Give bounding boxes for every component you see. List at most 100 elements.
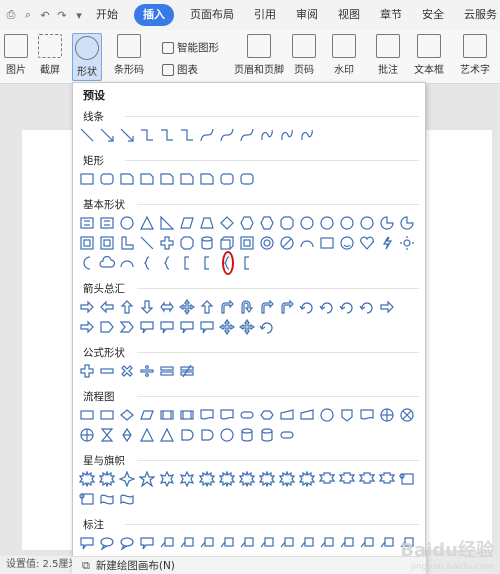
ribbon-shape-icon[interactable] <box>319 471 335 487</box>
minus-shape-icon[interactable] <box>99 363 115 379</box>
tab-review[interactable]: 审阅 <box>286 4 328 26</box>
lshape-shape-icon[interactable] <box>119 235 135 251</box>
lcall-shape-icon[interactable] <box>199 535 215 551</box>
barcode-button[interactable]: 条形码 <box>114 34 144 76</box>
starN-shape-icon[interactable] <box>79 471 95 487</box>
lcall-shape-icon[interactable] <box>299 535 315 551</box>
print-icon[interactable]: ⎙ <box>4 8 18 22</box>
pie-shape-icon[interactable] <box>379 215 395 231</box>
sort-shape-icon[interactable] <box>119 427 135 443</box>
free-shape-icon[interactable] <box>279 127 295 143</box>
watermark-button[interactable]: 水印 <box>332 34 356 76</box>
rect-shape-icon[interactable] <box>79 171 95 187</box>
chart-button[interactable]: 图表 <box>162 62 198 77</box>
smart-art-button[interactable]: 智能图形 <box>162 40 219 55</box>
tri-shape-icon[interactable] <box>159 427 175 443</box>
tri-shape-icon[interactable] <box>139 427 155 443</box>
callout-shape-icon[interactable] <box>139 535 155 551</box>
moon-shape-icon[interactable] <box>79 255 95 271</box>
frame-shape-icon[interactable] <box>99 235 115 251</box>
manual-shape-icon[interactable] <box>299 407 315 423</box>
starN-shape-icon[interactable] <box>299 471 315 487</box>
bolt-shape-icon[interactable] <box>379 235 395 251</box>
scroll-shape-icon[interactable] <box>399 471 415 487</box>
line-shape-icon[interactable] <box>139 235 155 251</box>
oct-shape-icon[interactable] <box>179 235 195 251</box>
tab-section[interactable]: 章节 <box>370 4 412 26</box>
offpage-shape-icon[interactable] <box>339 407 355 423</box>
lcall-shape-icon[interactable] <box>379 535 395 551</box>
circle-shape-icon[interactable] <box>339 215 355 231</box>
bent-shape-icon[interactable] <box>219 299 235 315</box>
rect-shape-icon[interactable] <box>319 235 335 251</box>
doc-shape-icon[interactable] <box>359 407 375 423</box>
para-shape-icon[interactable] <box>179 215 195 231</box>
times-shape-icon[interactable] <box>119 363 135 379</box>
chevron-shape-icon[interactable] <box>119 319 135 335</box>
quad-shape-icon[interactable] <box>179 299 195 315</box>
donut-shape-icon[interactable] <box>259 235 275 251</box>
starN-shape-icon[interactable] <box>259 471 275 487</box>
cube-shape-icon[interactable] <box>219 235 235 251</box>
bent-shape-icon[interactable] <box>279 299 295 315</box>
eq-shape-icon[interactable] <box>159 363 175 379</box>
div-shape-icon[interactable] <box>139 363 155 379</box>
delay-shape-icon[interactable] <box>179 427 195 443</box>
page-number-button[interactable]: 页码 <box>292 34 316 76</box>
redo-icon[interactable]: ↷ <box>55 8 69 22</box>
curve-shape-icon[interactable] <box>219 127 235 143</box>
can-shape-icon[interactable] <box>259 427 275 443</box>
callout-shape-icon[interactable] <box>139 319 155 335</box>
trap-shape-icon[interactable] <box>199 215 215 231</box>
arc-shape-icon[interactable] <box>119 255 135 271</box>
ocall-shape-icon[interactable] <box>99 535 115 551</box>
predef-shape-icon[interactable] <box>159 407 175 423</box>
callout-shape-icon[interactable] <box>79 535 95 551</box>
arrowR-shape-icon[interactable] <box>79 299 95 315</box>
snip-shape-icon[interactable] <box>179 171 195 187</box>
bracket-shape-icon[interactable] <box>199 255 215 271</box>
callout-shape-icon[interactable] <box>159 319 175 335</box>
curve-shape-icon[interactable] <box>199 127 215 143</box>
diamond-shape-icon[interactable] <box>219 215 235 231</box>
tri-shape-icon[interactable] <box>139 215 155 231</box>
arc-shape-icon[interactable] <box>299 235 315 251</box>
star6-shape-icon[interactable] <box>159 471 175 487</box>
lcall-shape-icon[interactable] <box>159 535 175 551</box>
free-shape-icon[interactable] <box>299 127 315 143</box>
elbow-shape-icon[interactable] <box>139 127 155 143</box>
circArrow-shape-icon[interactable] <box>259 319 275 335</box>
wordart-button[interactable]: 艺术字 <box>460 34 490 76</box>
doc-shape-icon[interactable] <box>199 407 215 423</box>
plus-shape-icon[interactable] <box>79 363 95 379</box>
picture-button[interactable]: 图片 <box>4 34 28 76</box>
ocall-shape-icon[interactable] <box>119 535 135 551</box>
rrect-shape-icon[interactable] <box>239 171 255 187</box>
lcall-shape-icon[interactable] <box>219 535 235 551</box>
arrowR-shape-icon[interactable] <box>79 319 95 335</box>
frame-shape-icon[interactable] <box>239 235 255 251</box>
print-preview-icon[interactable]: ⌕ <box>21 8 35 22</box>
starN-shape-icon[interactable] <box>99 471 115 487</box>
new-canvas-button[interactable]: ⧉ 新建绘图画布(N) <box>72 556 426 574</box>
arrowL-shape-icon[interactable] <box>99 299 115 315</box>
free-shape-icon[interactable] <box>259 127 275 143</box>
plus-shape-icon[interactable] <box>159 235 175 251</box>
wave-shape-icon[interactable] <box>99 491 115 507</box>
comment-button[interactable]: 批注 <box>376 34 400 76</box>
rrect-shape-icon[interactable] <box>219 171 235 187</box>
circle-shape-icon[interactable] <box>319 407 335 423</box>
line-shape-icon[interactable] <box>79 127 95 143</box>
hourglass-shape-icon[interactable] <box>99 427 115 443</box>
cloud-shape-icon[interactable] <box>99 255 115 271</box>
doc-shape-icon[interactable] <box>219 407 235 423</box>
lcall-shape-icon[interactable] <box>259 535 275 551</box>
screenshot-button[interactable]: 截屏 <box>38 34 62 76</box>
wave-shape-icon[interactable] <box>119 491 135 507</box>
starN-shape-icon[interactable] <box>239 471 255 487</box>
star6-shape-icon[interactable] <box>179 471 195 487</box>
can-shape-icon[interactable] <box>239 427 255 443</box>
tab-home[interactable]: 开始 <box>86 4 128 26</box>
quad-shape-icon[interactable] <box>239 319 255 335</box>
term-shape-icon[interactable] <box>239 407 255 423</box>
